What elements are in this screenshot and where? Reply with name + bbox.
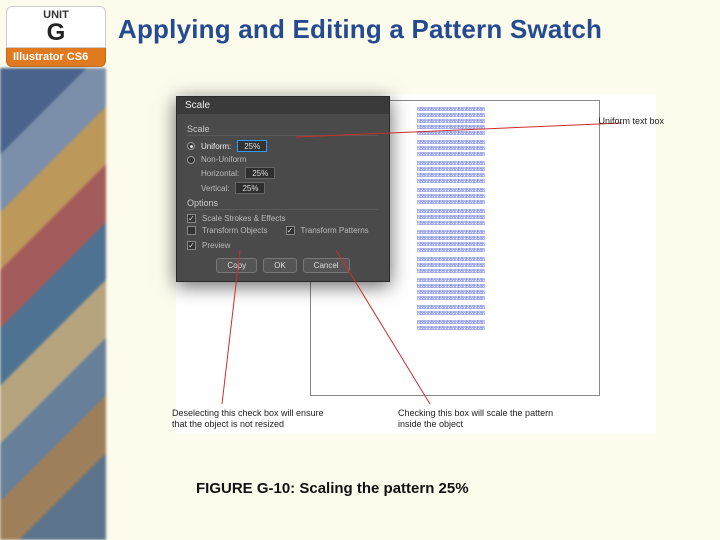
vertical-input[interactable]: 25%	[235, 182, 265, 194]
nonuniform-row: Non-Uniform	[187, 155, 379, 164]
scale-strokes-checkbox[interactable]: ✓	[187, 214, 196, 223]
preview-checkbox[interactable]: ✓	[187, 241, 196, 250]
vertical-label: Vertical:	[201, 184, 229, 193]
uniform-label: Uniform:	[201, 142, 231, 151]
transform-patterns-label: Transform Patterns	[301, 226, 369, 235]
uniform-radio[interactable]	[187, 142, 195, 150]
unit-product-label: Illustrator CS6	[6, 48, 106, 67]
side-art	[0, 68, 106, 540]
transform-objects-checkbox[interactable]	[187, 226, 196, 235]
deselect-annotation: Deselecting this check box will ensure t…	[172, 408, 328, 431]
horizontal-row: Horizontal: 25%	[187, 167, 379, 179]
horizontal-input[interactable]: 25%	[245, 167, 275, 179]
scale-group-label: Scale	[187, 124, 379, 136]
patterned-object: BBBBBBBBBBBBBBBBBBBBBBBBBBBBBBBBBBBBBBBB…	[417, 107, 599, 335]
transform-objects-label: Transform Objects	[202, 226, 268, 235]
horizontal-label: Horizontal:	[201, 169, 239, 178]
nonuniform-label: Non-Uniform	[201, 155, 246, 164]
uniform-annotation: Uniform text box	[598, 116, 664, 127]
pattern-scale-annotation: Checking this box will scale the pattern…	[398, 408, 558, 431]
figure-area: BBBBBBBBBBBBBBBBBBBBBBBBBBBBBBBBBBBBBBBB…	[176, 94, 656, 434]
options-group-label: Options	[187, 198, 379, 210]
copy-button[interactable]: Copy	[216, 258, 257, 273]
scale-strokes-row: ✓ Scale Strokes & Effects	[187, 214, 379, 223]
dialog-title: Scale	[177, 97, 389, 114]
dialog-button-row: Copy OK Cancel	[187, 258, 379, 273]
scale-strokes-label: Scale Strokes & Effects	[202, 214, 285, 223]
nonuniform-radio[interactable]	[187, 156, 195, 164]
transform-patterns-checkbox[interactable]: ✓	[286, 226, 295, 235]
unit-header: UNIT G	[6, 6, 106, 48]
preview-label: Preview	[202, 241, 230, 250]
unit-badge: UNIT G Illustrator CS6	[6, 6, 106, 67]
uniform-input[interactable]: 25%	[237, 140, 267, 152]
preview-row: ✓ Preview	[187, 241, 379, 250]
vertical-row: Vertical: 25%	[187, 182, 379, 194]
cancel-button[interactable]: Cancel	[303, 258, 350, 273]
unit-letter: G	[7, 21, 105, 47]
uniform-row: Uniform: 25%	[187, 140, 379, 152]
slide-title: Applying and Editing a Pattern Swatch	[118, 14, 602, 45]
figure-caption: FIGURE G-10: Scaling the pattern 25%	[196, 480, 469, 497]
ok-button[interactable]: OK	[263, 258, 297, 273]
transform-row: Transform Objects ✓ Transform Patterns	[187, 226, 379, 235]
scale-dialog: Scale Scale Uniform: 25% Non-Uniform Hor…	[176, 96, 390, 282]
